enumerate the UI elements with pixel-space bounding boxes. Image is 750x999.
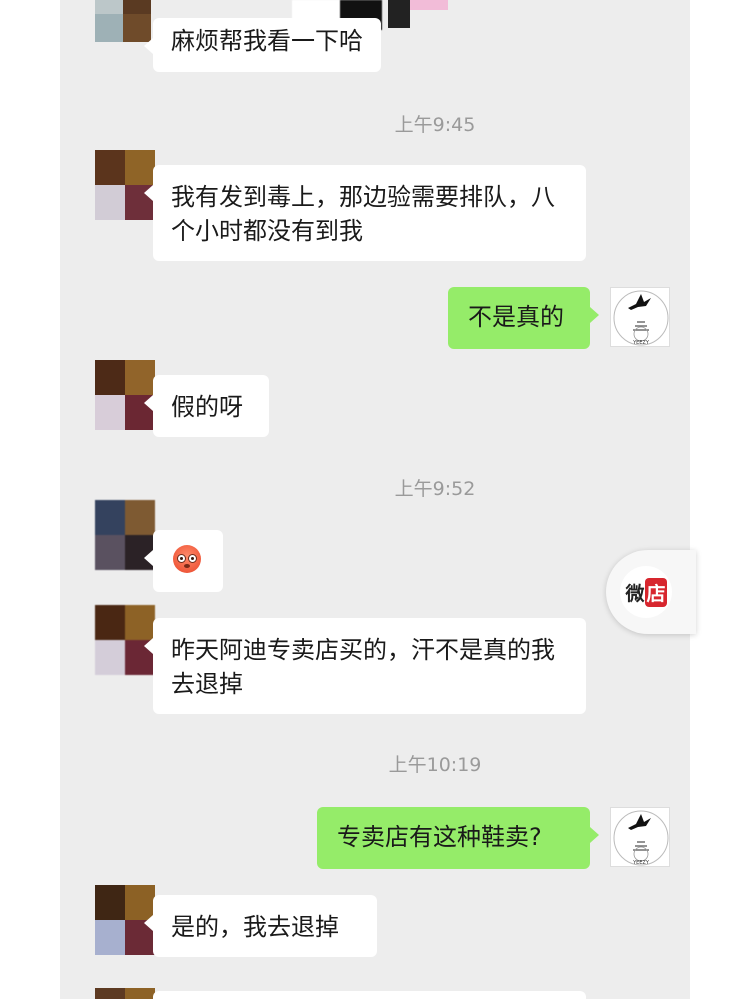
message-text: 昨天阿迪专卖店买的，汗不是真的我去退掉 (171, 636, 555, 698)
jumpman-logo-icon: YEEZY (613, 290, 669, 346)
contact-avatar[interactable] (95, 988, 155, 999)
chat-area[interactable]: 麻烦帮我看一下哈 上午9:45 我有发到毒上，那边验需要排队，八个小时都没有到我… (60, 0, 690, 999)
message-text: 不是真的 (468, 303, 564, 331)
message-text: 我有发到毒上，那边验需要排队，八个小时都没有到我 (171, 183, 555, 245)
timestamp: 上午10:19 (388, 754, 482, 776)
message-bubble[interactable]: 我有发到毒上，那边验需要排队，八个小时都没有到我 (144, 165, 586, 261)
message-bubble[interactable]: 是的，我去退掉 (144, 895, 377, 957)
weidian-label-badge: 店 (644, 577, 667, 607)
flushed-face-icon (173, 545, 201, 573)
yeezy-label: YEEZY (632, 340, 650, 346)
timestamp: 上午9:52 (394, 478, 476, 500)
message-bubble[interactable]: 昨天阿迪专卖店买的，汗不是真的我去退掉 (144, 618, 586, 714)
message-bubble[interactable]: 麻烦帮我看一下哈 (144, 18, 381, 72)
image-fragment (388, 0, 410, 28)
weidian-label: 微 (625, 582, 644, 605)
message-text: 专卖店有这种鞋卖? (337, 823, 542, 851)
message-bubble[interactable] (153, 991, 586, 999)
message-bubble-outgoing[interactable]: 专卖店有这种鞋卖? (317, 807, 599, 869)
message-bubble[interactable] (144, 530, 223, 592)
weidian-logo-icon: 微店 (620, 566, 672, 618)
message-text: 麻烦帮我看一下哈 (171, 27, 363, 55)
right-margin (690, 0, 750, 999)
my-avatar[interactable]: YEEZY (610, 807, 670, 867)
message-bubble[interactable]: 假的呀 (144, 375, 269, 437)
message-text: 假的呀 (171, 393, 243, 421)
my-avatar[interactable]: YEEZY (610, 287, 670, 347)
left-margin (0, 0, 60, 999)
contact-avatar[interactable] (95, 0, 151, 42)
message-bubble-outgoing[interactable]: 不是真的 (448, 287, 599, 349)
yeezy-label: YEEZY (632, 860, 650, 866)
image-fragment (410, 0, 448, 10)
message-text: 是的，我去退掉 (171, 913, 339, 941)
weidian-float-button[interactable]: 微店 (606, 550, 696, 634)
jumpman-logo-icon: YEEZY (613, 810, 669, 866)
timestamp: 上午9:45 (394, 114, 476, 136)
